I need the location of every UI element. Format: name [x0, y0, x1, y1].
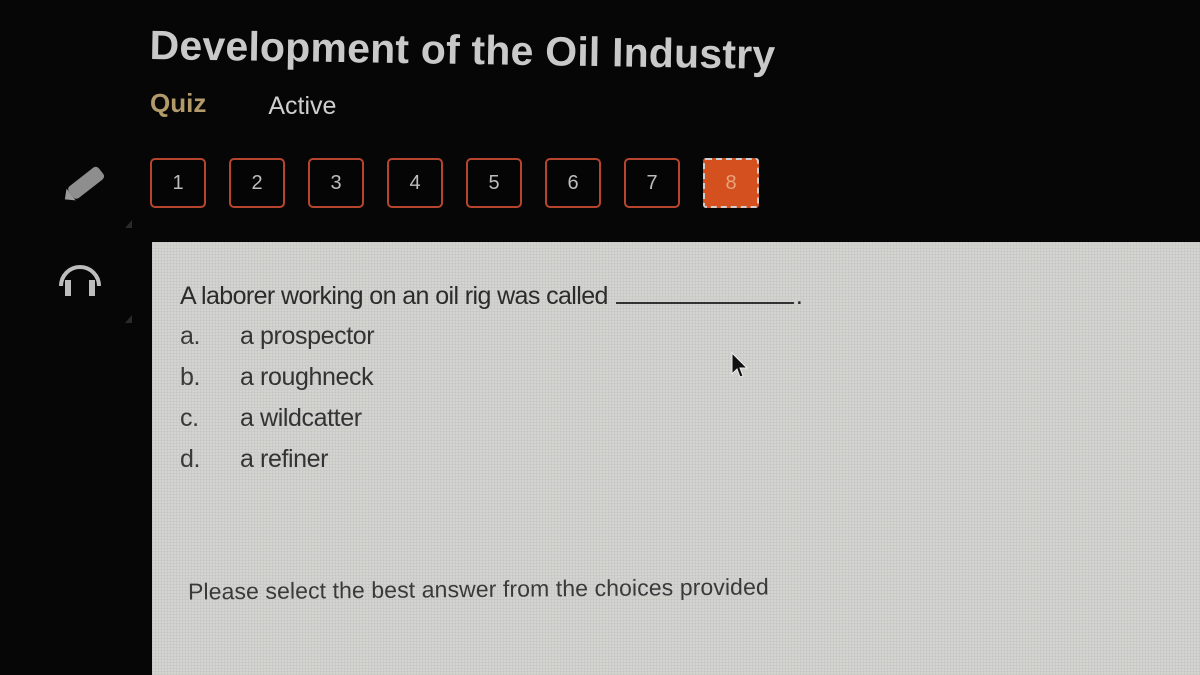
- question-nav-button-2[interactable]: 2: [229, 158, 285, 208]
- question-nav-button-1[interactable]: 1: [150, 158, 206, 208]
- answer-choices: a. a prospector b. a roughneck c. a wild…: [180, 322, 375, 486]
- question-nav-button-4[interactable]: 4: [387, 158, 443, 208]
- mouse-cursor-icon: [731, 352, 748, 378]
- headphones-icon[interactable]: [55, 258, 105, 298]
- question-stem: A laborer working on an oil rig was call…: [180, 282, 803, 311]
- choice-text: a prospector: [240, 322, 375, 350]
- choice-d[interactable]: d. a refiner: [180, 445, 374, 486]
- choice-text: a roughneck: [240, 363, 374, 391]
- collapse-indicator: [125, 315, 132, 323]
- page-title: Development of the Oil Industry: [149, 22, 776, 78]
- question-nav-button-7[interactable]: 7: [624, 158, 680, 208]
- question-period: .: [795, 282, 803, 310]
- choice-letter: a.: [180, 322, 201, 350]
- answer-blank: [615, 282, 794, 304]
- choice-text: a wildcatter: [240, 404, 362, 432]
- header-tabs: Quiz Active: [150, 88, 336, 121]
- question-nav-button-3[interactable]: 3: [308, 158, 364, 208]
- choice-letter: d.: [180, 445, 201, 473]
- choice-letter: c.: [180, 404, 199, 432]
- choice-letter: b.: [180, 363, 201, 391]
- choice-c[interactable]: c. a wildcatter: [180, 404, 374, 445]
- pencil-icon[interactable]: [55, 158, 115, 208]
- question-navigator: 1 2 3 4 5 6 7 8: [150, 158, 759, 208]
- quiz-screen: Development of the Oil Industry Quiz Act…: [0, 0, 1200, 675]
- question-panel: A laborer working on an oil rig was call…: [152, 242, 1200, 675]
- question-nav-button-5[interactable]: 5: [466, 158, 522, 208]
- collapse-indicator: [125, 220, 132, 228]
- instruction-text: Please select the best answer from the c…: [187, 573, 769, 605]
- question-text: A laborer working on an oil rig was call…: [180, 282, 608, 310]
- question-nav-button-6[interactable]: 6: [545, 158, 601, 208]
- tab-active[interactable]: Active: [268, 92, 336, 121]
- choice-a[interactable]: a. a prospector: [180, 322, 375, 363]
- question-nav-button-8-current[interactable]: 8: [703, 158, 759, 208]
- tab-quiz[interactable]: Quiz: [150, 88, 206, 121]
- choice-b[interactable]: b. a roughneck: [180, 363, 374, 404]
- choice-text: a refiner: [240, 445, 329, 473]
